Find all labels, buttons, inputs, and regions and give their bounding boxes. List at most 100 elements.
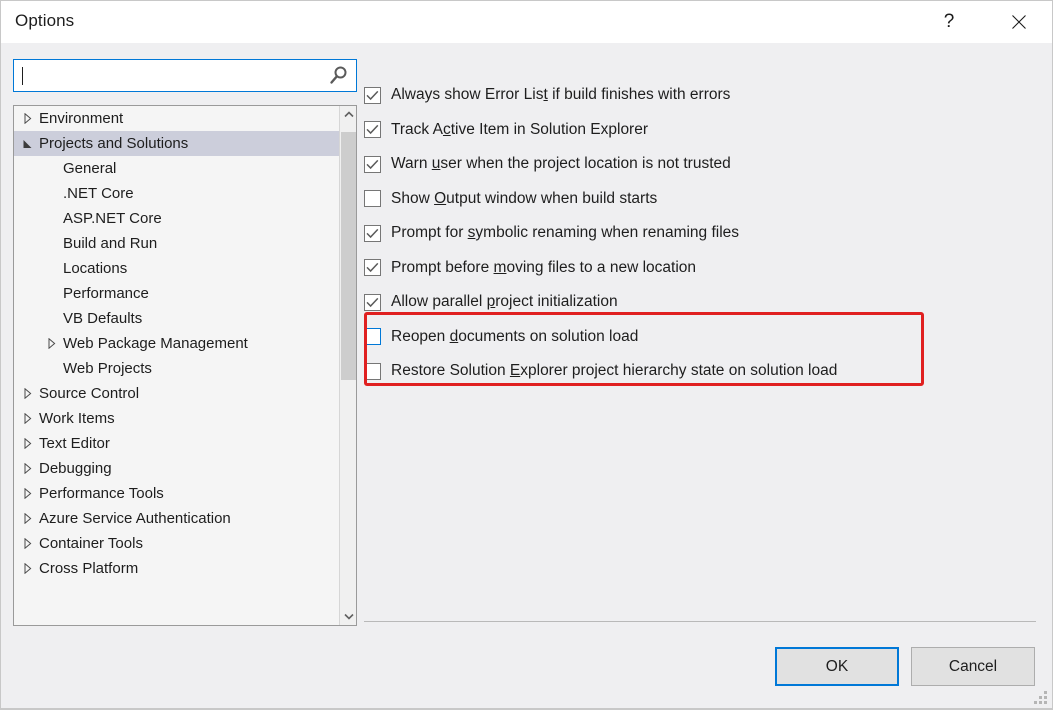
- checkbox-checked[interactable]: [364, 87, 381, 104]
- tree-item-label: Work Items: [38, 410, 115, 427]
- option-checkbox-row[interactable]: Prompt for symbolic renaming when renami…: [364, 220, 739, 246]
- option-checkbox-row[interactable]: Warn user when the project location is n…: [364, 151, 731, 177]
- option-checkbox-row[interactable]: Always show Error List if build finishes…: [364, 82, 730, 108]
- tree-item[interactable]: VB Defaults: [14, 306, 339, 331]
- search-box[interactable]: [13, 59, 357, 92]
- checkbox-checked[interactable]: [364, 259, 381, 276]
- checkbox-unchecked[interactable]: [364, 190, 381, 207]
- tree-item-label: Container Tools: [38, 535, 143, 552]
- tree-item[interactable]: Performance: [14, 281, 339, 306]
- accelerator-letter: E: [510, 362, 520, 379]
- check-icon: [366, 228, 379, 239]
- chevron-right-icon[interactable]: [18, 413, 38, 424]
- tree-item[interactable]: Web Package Management: [14, 331, 339, 356]
- tree-item[interactable]: Projects and Solutions: [14, 131, 339, 156]
- category-tree-panel: EnvironmentProjects and Solutions General…: [13, 105, 357, 626]
- option-checkbox-label: Prompt for symbolic renaming when renami…: [391, 224, 739, 242]
- option-checkbox-label: Warn user when the project location is n…: [391, 155, 731, 173]
- checkbox-checked[interactable]: [364, 294, 381, 311]
- tree-item[interactable]: Container Tools: [14, 531, 339, 556]
- check-icon: [366, 90, 379, 101]
- tree-item-label: Build and Run: [62, 235, 157, 252]
- option-checkbox-row[interactable]: Show Output window when build starts: [364, 186, 657, 212]
- search-icon[interactable]: [327, 65, 349, 87]
- chevron-right-icon: [24, 438, 32, 449]
- check-icon: [366, 297, 379, 308]
- cancel-button[interactable]: Cancel: [911, 647, 1035, 686]
- chevron-right-icon[interactable]: [18, 513, 38, 524]
- chevron-right-icon: [24, 113, 32, 124]
- tree-item-label: Text Editor: [38, 435, 110, 452]
- checkbox-checked[interactable]: [364, 156, 381, 173]
- chevron-right-icon: [24, 463, 32, 474]
- ok-button[interactable]: OK: [775, 647, 899, 686]
- tree-item[interactable]: Azure Service Authentication: [14, 506, 339, 531]
- resize-grip-icon[interactable]: [1034, 691, 1048, 705]
- tree-item-label: Web Projects: [62, 360, 152, 377]
- option-checkbox-label: Always show Error List if build finishes…: [391, 86, 730, 104]
- accelerator-letter: u: [432, 155, 441, 172]
- chevron-right-icon: [24, 388, 32, 399]
- tree-item[interactable]: Cross Platform: [14, 556, 339, 581]
- option-checkbox-row[interactable]: Track Active Item in Solution Explorer: [364, 117, 648, 143]
- accelerator-letter: t: [543, 86, 547, 103]
- tree-item[interactable]: .NET Core: [14, 181, 339, 206]
- option-checkbox-row[interactable]: Reopen documents on solution load: [364, 324, 638, 350]
- tree-item[interactable]: Debugging: [14, 456, 339, 481]
- option-checkbox-row[interactable]: Prompt before moving files to a new loca…: [364, 255, 696, 281]
- tree-item[interactable]: Source Control: [14, 381, 339, 406]
- option-checkbox-label: Restore Solution Explorer project hierar…: [391, 362, 837, 380]
- chevron-right-icon[interactable]: [18, 563, 38, 574]
- tree-item-label: VB Defaults: [62, 310, 142, 327]
- chevron-right-icon[interactable]: [18, 438, 38, 449]
- search-input[interactable]: [22, 60, 322, 91]
- checkbox-unchecked[interactable]: [364, 363, 381, 380]
- tree-item[interactable]: Build and Run: [14, 231, 339, 256]
- tree-item[interactable]: Locations: [14, 256, 339, 281]
- chevron-right-icon[interactable]: [18, 538, 38, 549]
- option-checkbox-row[interactable]: Restore Solution Explorer project hierar…: [364, 358, 837, 384]
- option-checkbox-label: Track Active Item in Solution Explorer: [391, 121, 648, 139]
- options-dialog: Options ? EnvironmentProjects and Soluti…: [0, 0, 1053, 710]
- scroll-down-button[interactable]: [340, 608, 357, 625]
- chevron-right-icon: [24, 513, 32, 524]
- tree-item[interactable]: Work Items: [14, 406, 339, 431]
- check-icon: [366, 159, 379, 170]
- question-mark-icon: ?: [944, 11, 955, 33]
- check-icon: [366, 262, 379, 273]
- chevron-right-icon[interactable]: [18, 388, 38, 399]
- accelerator-letter: d: [450, 328, 459, 345]
- tree-item-label: General: [62, 160, 116, 177]
- tree-item[interactable]: ASP.NET Core: [14, 206, 339, 231]
- chevron-right-icon: [24, 488, 32, 499]
- chevron-right-icon[interactable]: [42, 338, 62, 349]
- tree-item-label: Azure Service Authentication: [38, 510, 231, 527]
- category-tree[interactable]: EnvironmentProjects and Solutions General…: [14, 106, 339, 626]
- accelerator-letter: p: [487, 293, 496, 310]
- option-checkbox-label: Prompt before moving files to a new loca…: [391, 259, 696, 277]
- chevron-right-icon: [24, 563, 32, 574]
- scrollbar-thumb[interactable]: [341, 132, 356, 380]
- chevron-right-icon[interactable]: [18, 463, 38, 474]
- tree-item[interactable]: Performance Tools: [14, 481, 339, 506]
- tree-item-label: Web Package Management: [62, 335, 248, 352]
- close-button[interactable]: [996, 1, 1042, 43]
- tree-item[interactable]: Web Projects: [14, 356, 339, 381]
- checkbox-unchecked[interactable]: [364, 328, 381, 345]
- tree-item[interactable]: General: [14, 156, 339, 181]
- scroll-up-button[interactable]: [340, 106, 357, 123]
- grip-dot: [1044, 696, 1047, 699]
- tree-item[interactable]: Text Editor: [14, 431, 339, 456]
- option-checkbox-label: Reopen documents on solution load: [391, 328, 638, 346]
- chevron-down-icon[interactable]: [18, 139, 38, 149]
- tree-item-label: Source Control: [38, 385, 139, 402]
- chevron-right-icon[interactable]: [18, 488, 38, 499]
- tree-scrollbar[interactable]: [339, 106, 356, 625]
- option-checkbox-row[interactable]: Allow parallel project initialization: [364, 289, 618, 315]
- checkbox-checked[interactable]: [364, 225, 381, 242]
- chevron-right-icon[interactable]: [18, 113, 38, 124]
- help-button[interactable]: ?: [926, 1, 972, 43]
- checkbox-checked[interactable]: [364, 121, 381, 138]
- tree-item[interactable]: Environment: [14, 106, 339, 131]
- tree-item-label: Cross Platform: [38, 560, 138, 577]
